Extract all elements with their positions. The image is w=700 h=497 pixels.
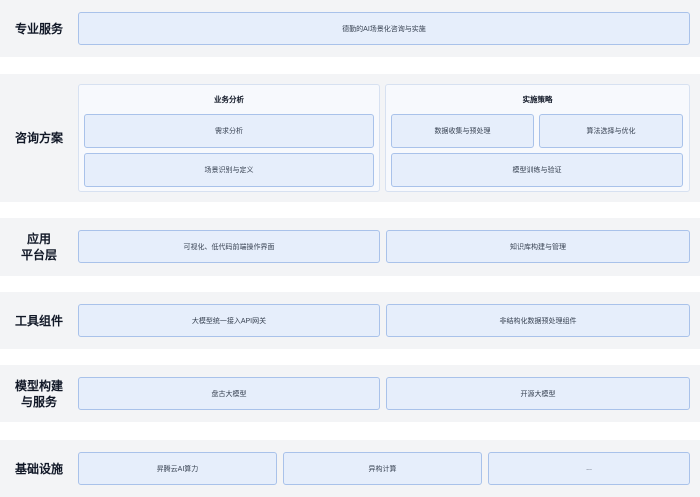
box-api-gateway: 大模型统一接入API网关 bbox=[78, 304, 380, 337]
group-title-business-analysis: 业务分析 bbox=[214, 95, 244, 104]
box-knowledge-base: 知识库构建与管理 bbox=[386, 230, 690, 263]
row-label-tools: 工具组件 bbox=[14, 313, 63, 328]
group-title-implementation-strategy: 实施策略 bbox=[522, 95, 553, 104]
box-pangu-model: 盘古大模型 bbox=[78, 377, 380, 410]
box-data-collection: 数据收集与预处理 bbox=[391, 114, 534, 148]
box-more: ... bbox=[488, 452, 690, 485]
box-opensource-model: 开源大模型 bbox=[386, 377, 690, 410]
row-label-models: 模型构建 与服务 bbox=[14, 378, 63, 409]
box-scenario-identification: 场景识别与定义 bbox=[84, 153, 374, 187]
box-model-training: 模型训练与验证 bbox=[391, 153, 683, 187]
box-unstructured-preprocess: 非结构化数据预处理组件 bbox=[386, 304, 690, 337]
box-heterogeneous-compute: 异构计算 bbox=[283, 452, 482, 485]
box-requirement-analysis: 需求分析 bbox=[84, 114, 374, 148]
service-box-ai-consulting: 德勤的AI场景化咨询与实施 bbox=[78, 12, 690, 45]
row-label-platform: 应用 平台层 bbox=[20, 232, 57, 262]
box-ascend-compute: 昇腾云AI算力 bbox=[78, 452, 277, 485]
box-algorithm-selection: 算法选择与优化 bbox=[539, 114, 683, 148]
row-label-service: 专业服务 bbox=[14, 21, 63, 36]
row-label-infra: 基础设施 bbox=[14, 461, 63, 476]
row-label-consult: 咨询方案 bbox=[14, 131, 63, 145]
box-lowcode-frontend: 可视化、低代码前端操作界面 bbox=[78, 230, 380, 263]
